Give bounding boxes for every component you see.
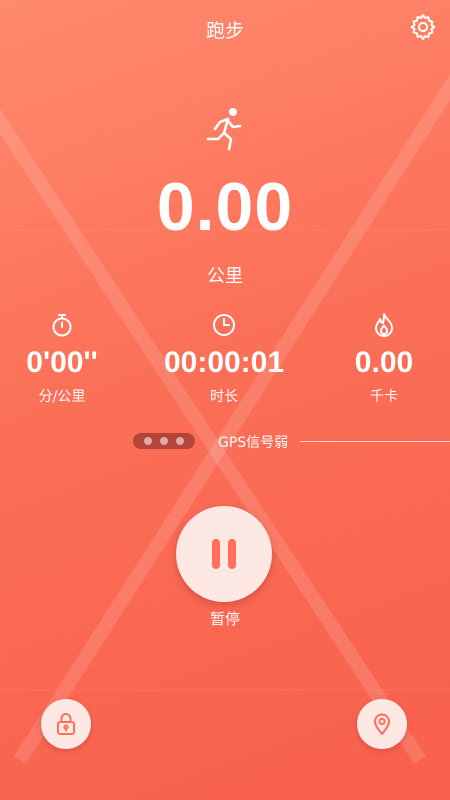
- duration-value: 00:00:01: [163, 346, 285, 379]
- signal-dot: [144, 437, 152, 445]
- running-icon: [206, 108, 242, 151]
- pace-value: 0'00'': [26, 346, 98, 379]
- pause-button[interactable]: [176, 506, 272, 602]
- pace-label: 分/公里: [38, 389, 86, 405]
- pause-icon: [212, 539, 220, 569]
- page-title: 跑步: [205, 20, 244, 42]
- duration-stat: 00:00:01 时长: [149, 312, 299, 406]
- distance-value: 0.00: [156, 169, 294, 245]
- calories-value: 0.00: [354, 346, 414, 379]
- signal-dot: [176, 437, 184, 445]
- signal-dot: [160, 437, 168, 445]
- pace-stat: 0'00'' 分/公里: [0, 312, 137, 406]
- flame-icon: [375, 313, 393, 337]
- divider: [300, 441, 450, 442]
- gps-signal-indicator: [133, 433, 195, 449]
- pause-label: 暂停: [209, 610, 240, 628]
- pause-icon: [228, 539, 236, 569]
- stopwatch-icon: [52, 314, 72, 337]
- calories-stat: 0.00 千卡: [309, 312, 450, 406]
- distance-unit: 公里: [207, 266, 243, 287]
- map-pin-icon: [374, 713, 390, 735]
- gear-icon[interactable]: [408, 12, 438, 42]
- duration-label: 时长: [210, 389, 238, 405]
- calories-label: 千卡: [370, 389, 398, 405]
- lock-icon: [57, 713, 75, 735]
- lock-button[interactable]: [41, 699, 91, 749]
- clock-icon: [213, 314, 235, 336]
- gps-status: GPS信号弱: [218, 435, 289, 451]
- map-button[interactable]: [357, 699, 407, 749]
